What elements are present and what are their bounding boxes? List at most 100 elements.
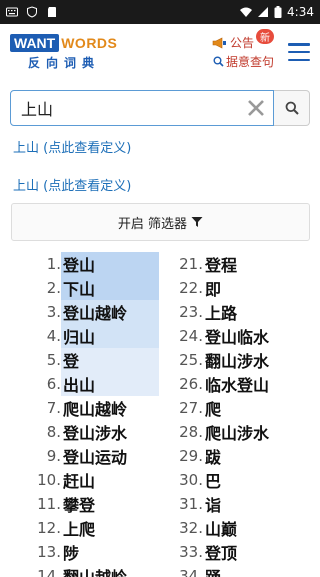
battery-icon [274,6,282,18]
result-word: 临水登山 [205,376,270,395]
notice-label: 公告 [229,36,254,50]
result-item[interactable]: 31. 诣 [172,492,269,516]
result-word: 爬山涉水 [205,424,270,443]
result-item[interactable]: 4. 归山 [30,324,159,348]
filter-icon [191,217,203,227]
result-word: 翻山越岭 [61,564,159,577]
result-word: 翻山涉水 [205,352,270,371]
result-number: 14. [37,567,61,577]
result-item[interactable]: 23. 上路 [172,300,269,324]
result-number: 12. [37,519,61,537]
result-item[interactable]: 26. 临水登山 [172,372,269,396]
shield-icon [27,6,37,18]
logo-words-text: WORDS [61,34,118,51]
result-number: 23. [179,303,203,321]
result-word: 上爬 [63,520,96,539]
result-item[interactable]: 8. 登山涉水 [30,420,159,444]
result-number: 10. [37,471,61,489]
result-item[interactable]: 33. 登顶 [172,540,269,564]
result-item[interactable]: 12. 上爬 [30,516,159,540]
result-item[interactable]: 5. 登 [30,348,159,372]
result-word: 即 [205,280,222,299]
result-word: 攀登 [63,496,96,515]
result-word: 赶山 [63,472,96,491]
result-item[interactable]: 13. 陟 [30,540,159,564]
result-number: 3. [46,303,61,321]
result-number: 32. [179,519,203,537]
result-item[interactable]: 28. 爬山涉水 [172,420,269,444]
close-icon [248,100,264,116]
menu-icon-bar [288,50,310,54]
result-item[interactable]: 14.翻山越岭 [30,564,159,577]
result-number: 29. [179,447,203,465]
result-word: 跋 [205,448,222,467]
result-item[interactable]: 34.踊 [172,564,269,577]
result-word: 登山运动 [63,448,128,467]
result-number: 27. [179,399,203,417]
search-icon [213,56,224,67]
result-item[interactable]: 11. 攀登 [30,492,159,516]
result-item[interactable]: 7. 爬山越岭 [30,396,159,420]
result-word: 下山 [61,276,159,300]
result-number: 21. [179,255,203,273]
menu-icon-bar [288,43,310,46]
clear-button[interactable] [246,98,266,118]
filter-toggle-button[interactable]: 开启 筛选器 [11,203,310,241]
result-item[interactable]: 2. 下山 [30,276,159,300]
result-item[interactable]: 27. 爬 [172,396,269,420]
result-word: 登山涉水 [63,424,128,443]
result-word: 登程 [205,256,238,275]
search-icon [285,101,299,115]
keyboard-icon [6,7,18,17]
result-number: 4. [46,327,61,345]
result-number: 25. [179,351,203,369]
result-item[interactable]: 32. 山巅 [172,516,269,540]
result-word: 上路 [205,304,238,323]
result-item[interactable]: 9. 登山运动 [30,444,159,468]
result-item[interactable]: 6. 出山 [30,372,159,396]
result-item[interactable]: 24. 登山临水 [172,324,269,348]
sd-card-icon [48,7,56,17]
search-button[interactable] [274,90,310,126]
result-number: 22. [179,279,203,297]
definition-link[interactable]: 上山 (点此查看定义) [13,137,131,156]
result-number: 5. [46,351,61,369]
result-item[interactable]: 21. 登程 [172,252,269,276]
filter-label: 开启 筛选器 [117,216,188,232]
result-number: 9. [46,447,61,465]
notice-button[interactable]: 公告 新 [212,29,274,51]
app-logo[interactable]: WANT WORDS 反向词典 [10,33,118,71]
results-column: 21. 登程 22. 即 23. 上路 24. 登山临水 25. 翻山涉水 26. 临水登山… [172,252,269,577]
result-item[interactable]: 30. 巴 [172,468,269,492]
result-word: 巴 [205,472,222,491]
result-word: 登顶 [205,544,238,563]
result-item[interactable]: 10. 赶山 [30,468,159,492]
result-item[interactable]: 22. 即 [172,276,269,300]
result-word: 归山 [61,324,159,348]
status-bar: 4:34 [0,0,320,24]
menu-icon-bar [288,58,310,61]
result-item[interactable]: 29. 跋 [172,444,269,468]
menu-button[interactable] [288,43,310,61]
search-input[interactable] [10,90,274,126]
megaphone-icon [212,37,226,48]
result-number: 24. [179,327,203,345]
result-word: 出山 [61,372,159,396]
result-word: 登山越岭 [61,300,159,324]
result-word: 登山临水 [205,328,270,347]
results-list: 1. 登山 2. 下山 3. 登山越岭 4. 归山 5. 登 6. 出山 7. 爬山越岭 8.… [0,252,320,577]
result-number: 28. [179,423,203,441]
result-word: 爬山越岭 [63,400,128,419]
result-item[interactable]: 1. 登山 [30,252,159,276]
logo-want-text: WANT [10,33,60,52]
result-word: 山巅 [205,520,238,539]
result-word: 诣 [205,496,222,515]
logo-subtitle: 反向词典 [28,55,101,70]
definition-link[interactable]: 上山 (点此查看定义) [13,175,131,194]
result-item[interactable]: 25. 翻山涉水 [172,348,269,372]
search-by-meaning-link[interactable]: 据意查句 [213,53,274,70]
new-badge: 新 [256,29,274,44]
result-item[interactable]: 3. 登山越岭 [30,300,159,324]
result-number: 1. [46,255,61,273]
results-column: 1. 登山 2. 下山 3. 登山越岭 4. 归山 5. 登 6. 出山 7. 爬山越岭 8.… [30,252,159,577]
